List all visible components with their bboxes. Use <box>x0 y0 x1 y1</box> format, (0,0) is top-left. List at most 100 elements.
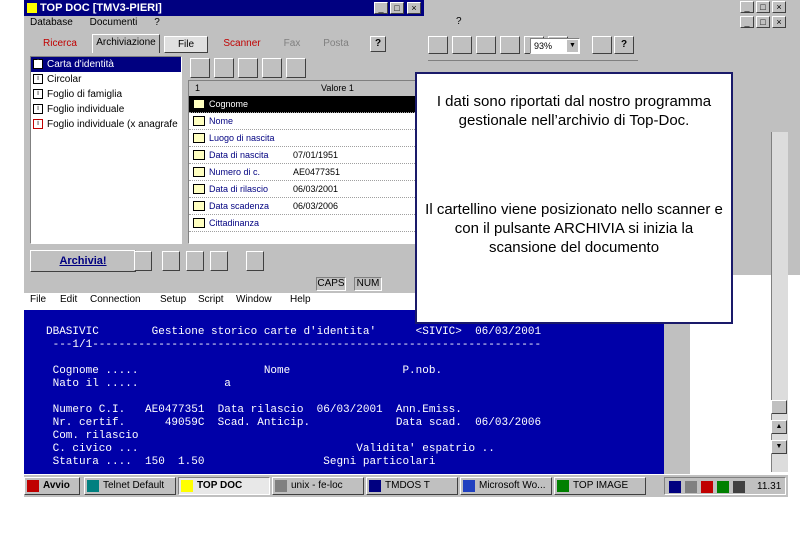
topdoc-icon <box>181 480 193 492</box>
menu-help[interactable]: Help <box>290 293 311 307</box>
field-label: Luogo di nascita <box>209 133 275 143</box>
task-telnet[interactable]: Telnet Default <box>84 477 176 495</box>
tree-item[interactable]: i Carta d'identità <box>31 57 181 72</box>
word-maximize-button[interactable]: □ <box>756 1 770 13</box>
task-tmdost[interactable]: TMDOS T <box>366 477 458 495</box>
terminal-row: Com. rilascio <box>46 430 139 442</box>
office-assistant-icon[interactable] <box>592 36 612 54</box>
tray-icon[interactable] <box>685 481 697 493</box>
lasso-icon[interactable] <box>262 58 282 78</box>
tab-scanner[interactable]: Scanner <box>220 36 264 53</box>
field-type-icon <box>193 184 205 194</box>
grid-row[interactable]: Cognome <box>189 96 419 113</box>
field-type-icon <box>193 201 205 211</box>
terminal-row: Statura .... 150 1.50 Segni particolari <box>46 456 436 468</box>
tree-item[interactable]: i Circolar <box>31 72 181 87</box>
word-doc-minimize-button[interactable]: _ <box>740 16 754 28</box>
scroll-up-icon[interactable]: ▲ <box>771 420 787 434</box>
grid-row[interactable]: Cittadinanza <box>189 215 419 232</box>
field-value[interactable]: 07/01/1951 <box>293 147 338 163</box>
topdoc-menubar: Database Documenti ? <box>30 16 174 30</box>
grid-toolbar <box>190 58 320 78</box>
help-icon[interactable]: ? <box>614 36 634 54</box>
callout-box: I dati sono riportati dal nostro program… <box>415 72 733 324</box>
tab-file[interactable]: File <box>164 36 208 53</box>
scan-icon[interactable] <box>134 251 152 271</box>
field-type-icon <box>193 99 205 109</box>
menu-window[interactable]: Window <box>236 293 272 307</box>
image-icon[interactable] <box>190 58 210 78</box>
caps-indicator: CAPS <box>316 277 346 291</box>
tab-archiviazione[interactable]: Archiviazione <box>92 34 160 53</box>
maximize-button[interactable]: □ <box>390 2 404 14</box>
grid-row[interactable]: Luogo di nascita <box>189 130 419 147</box>
grid-row[interactable]: Data di nascita 07/01/1951 <box>189 147 419 164</box>
save-icon[interactable] <box>286 58 306 78</box>
grid-row[interactable]: Data scadenza 06/03/2006 <box>189 198 419 215</box>
menu-script[interactable]: Script <box>198 293 224 307</box>
minimize-button[interactable]: _ <box>374 2 388 14</box>
drawing-icon[interactable] <box>500 36 520 54</box>
tray-icon[interactable] <box>733 481 745 493</box>
document-type-tree[interactable]: i Carta d'identità i Circolar i Foglio di f… <box>30 56 182 244</box>
tray-icon[interactable] <box>717 481 729 493</box>
menu-database[interactable]: Database <box>30 17 73 28</box>
menu-help[interactable]: ? <box>154 17 160 28</box>
folder-icon: i <box>33 119 43 129</box>
task-unix[interactable]: unix - fe-loc <box>272 477 364 495</box>
word-minimize-button[interactable]: _ <box>740 1 754 13</box>
preview-icon[interactable] <box>246 251 264 271</box>
stamp-icon[interactable] <box>210 251 228 271</box>
app-icon <box>27 3 37 13</box>
image-edit-icon[interactable] <box>214 58 234 78</box>
menu-connection[interactable]: Connection <box>90 293 141 307</box>
prev-page-icon[interactable] <box>771 400 787 414</box>
help-button-icon[interactable]: ? <box>370 36 386 52</box>
tab-posta[interactable]: Posta <box>318 36 354 53</box>
tray-icon[interactable] <box>701 481 713 493</box>
word-close-button[interactable]: × <box>772 1 786 13</box>
tab-fax[interactable]: Fax <box>274 36 310 53</box>
grid-row[interactable]: Data di rilascio 06/03/2001 <box>189 181 419 198</box>
field-value[interactable]: 06/03/2001 <box>293 181 338 197</box>
tool-icon[interactable] <box>162 251 180 271</box>
word-doc-restore-button[interactable]: □ <box>756 16 770 28</box>
spreadsheet-icon[interactable] <box>452 36 472 54</box>
menu-documenti[interactable]: Documenti <box>90 17 138 28</box>
folder-icon: i <box>33 59 43 69</box>
menu-file[interactable]: File <box>30 293 46 307</box>
tray-icon[interactable] <box>669 481 681 493</box>
pencil-icon[interactable] <box>186 251 204 271</box>
field-value[interactable]: AE0477351 <box>293 164 340 180</box>
field-type-icon <box>193 218 205 228</box>
close-button[interactable]: × <box>407 2 421 14</box>
menu-edit[interactable]: Edit <box>60 293 77 307</box>
word-menu-help[interactable]: ? <box>456 14 462 30</box>
scroll-down-icon[interactable]: ▼ <box>771 440 787 454</box>
columns-icon[interactable] <box>476 36 496 54</box>
start-button[interactable]: Avvio <box>24 477 80 495</box>
taskbar: Avvio Telnet Default TOP DOC unix - fe-l… <box>24 474 788 497</box>
menu-setup[interactable]: Setup <box>160 293 186 307</box>
task-topdoc[interactable]: TOP DOC <box>178 477 270 495</box>
terminal-row <box>46 391 664 404</box>
table-icon[interactable] <box>428 36 448 54</box>
field-value[interactable]: 06/03/2006 <box>293 198 338 214</box>
topdoc-title: TOP DOC [TMV3-PIERI] <box>40 2 162 14</box>
tree-item[interactable]: i Foglio individuale <box>31 102 181 117</box>
tab-ricerca[interactable]: Ricerca <box>30 36 90 53</box>
zoom-select[interactable]: 93% ▼ <box>530 38 580 54</box>
field-label: Data di rilascio <box>209 184 269 194</box>
grid-row[interactable]: Numero di c. AE0477351 <box>189 164 419 181</box>
task-word[interactable]: Microsoft Wo... <box>460 477 552 495</box>
tree-item[interactable]: i Foglio di famiglia <box>31 87 181 102</box>
list-icon[interactable] <box>238 58 258 78</box>
grid-row[interactable]: Nome <box>189 113 419 130</box>
terminal-screen[interactable]: DBASIVIC Gestione storico carte d'identi… <box>24 310 664 474</box>
word-doc-close-button[interactable]: × <box>772 16 786 28</box>
field-grid[interactable]: 1 Valore 1 Cognome Nome Luogo di nascita Da… <box>188 80 420 244</box>
terminal-scrollbar[interactable] <box>664 310 690 474</box>
archivia-button[interactable]: Archivia! <box>30 250 136 272</box>
task-topimage[interactable]: TOP IMAGE <box>554 477 646 495</box>
tree-item[interactable]: i Foglio individuale (x anagrafe <box>31 117 181 132</box>
